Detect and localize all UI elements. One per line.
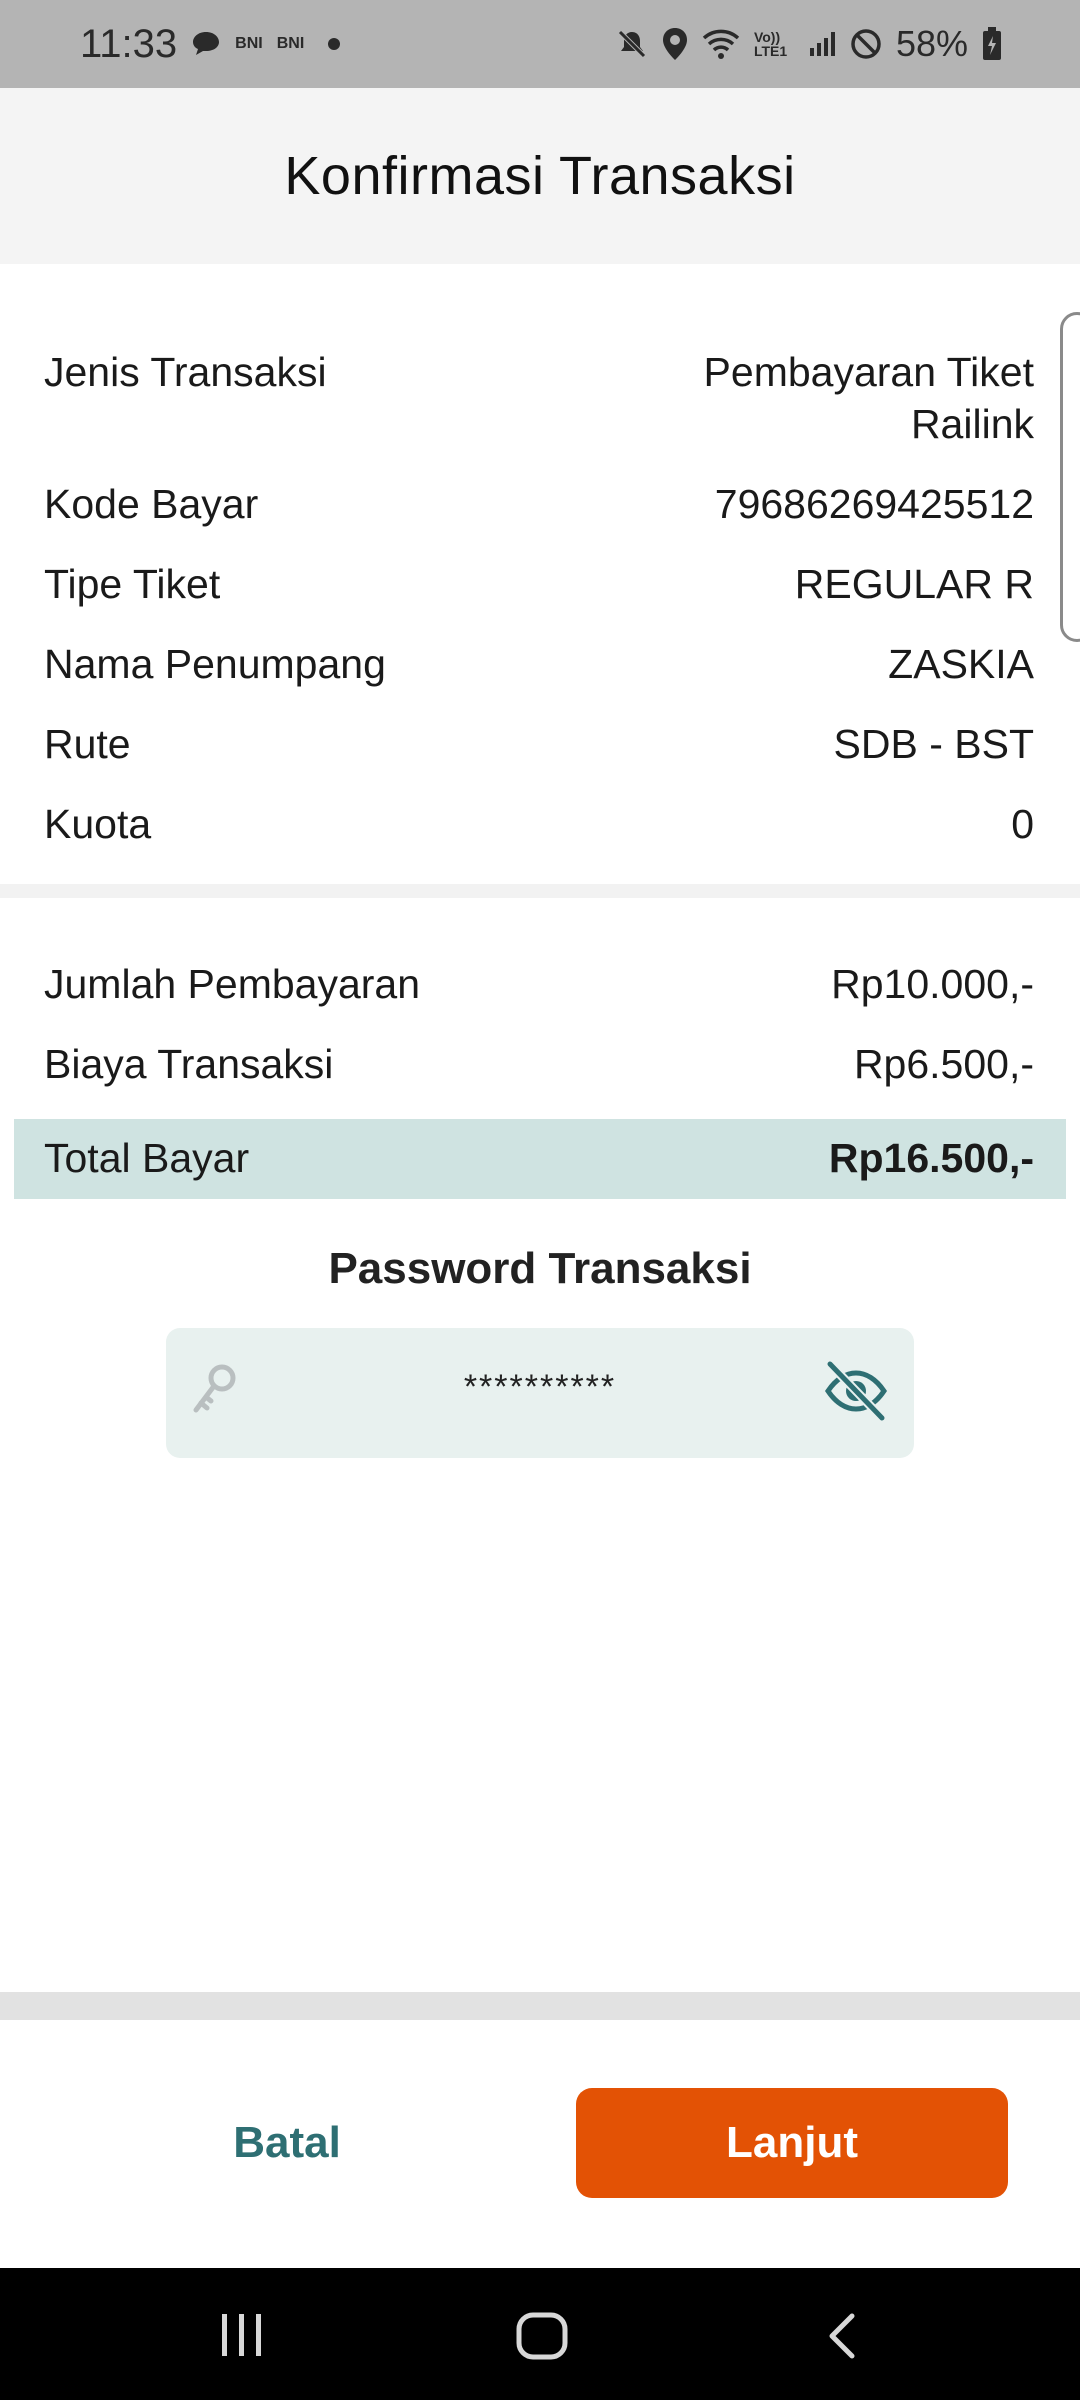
total-value: Rp16.500,- bbox=[828, 1135, 1034, 1181]
battery-percentage: 58% bbox=[895, 23, 968, 64]
password-title: Password Transaksi bbox=[328, 1244, 752, 1293]
next-button[interactable]: Lanjut bbox=[576, 2088, 1008, 2198]
page-header: Konfirmasi Transaksi bbox=[0, 88, 1080, 264]
payment-row-biaya: Biaya Transaksi Rp6.500,- bbox=[44, 1038, 1034, 1090]
home-icon[interactable] bbox=[516, 2312, 568, 2365]
confirmation-screen: 11:33 BNI BNI Vo)) LTE1 58% Konfirmasi T… bbox=[0, 0, 1080, 2400]
mute-icon bbox=[616, 28, 648, 60]
page-title: Konfirmasi Transaksi bbox=[284, 146, 796, 206]
payment-value: Rp6.500,- bbox=[853, 1041, 1034, 1087]
recent-apps-icon[interactable] bbox=[218, 2312, 266, 2363]
detail-label: Kuota bbox=[44, 801, 152, 847]
wifi-icon bbox=[702, 28, 740, 60]
bottom-divider bbox=[0, 1992, 1080, 2020]
status-bar-right: Vo)) LTE1 58% bbox=[616, 23, 1002, 65]
status-time: 11:33 bbox=[80, 21, 178, 66]
detail-value: REGULAR R bbox=[794, 561, 1034, 607]
section-divider bbox=[0, 884, 1080, 898]
bni-notification-2: BNI bbox=[276, 35, 305, 52]
detail-row-tipe-tiket: Tipe Tiket REGULAR R bbox=[44, 558, 1034, 610]
detail-value-line1: Pembayaran Tiket bbox=[703, 349, 1034, 395]
detail-value: SDB - BST bbox=[833, 721, 1034, 767]
back-icon[interactable] bbox=[824, 2312, 860, 2365]
chat-bubble-icon bbox=[191, 30, 221, 58]
bni-notification-1: BNI bbox=[235, 35, 263, 52]
detail-label: Nama Penumpang bbox=[44, 641, 386, 687]
total-label: Total Bayar bbox=[44, 1135, 250, 1181]
battery-charging-icon bbox=[982, 27, 1002, 61]
payment-row-jumlah: Jumlah Pembayaran Rp10.000,- bbox=[44, 958, 1034, 1010]
eye-off-icon[interactable] bbox=[824, 1360, 888, 1427]
detail-value-line2: Railink bbox=[910, 401, 1034, 447]
payment-row-total: Total Bayar Rp16.500,- bbox=[44, 1132, 1034, 1184]
notification-dot-icon bbox=[328, 38, 341, 50]
detail-label: Rute bbox=[44, 721, 131, 767]
detail-row-jenis-transaksi: Jenis Transaksi Pembayaran Tiket Railink bbox=[44, 346, 1034, 450]
do-not-disturb-icon bbox=[850, 28, 882, 60]
detail-label: Jenis Transaksi bbox=[44, 349, 327, 395]
detail-row-kode-bayar: Kode Bayar 79686269425512 bbox=[44, 478, 1034, 530]
detail-row-rute: Rute SDB - BST bbox=[44, 718, 1034, 770]
status-bar: 11:33 BNI BNI Vo)) LTE1 58% bbox=[0, 0, 1080, 88]
system-nav-bar bbox=[0, 2268, 1080, 2400]
password-field[interactable]: ********** bbox=[166, 1328, 914, 1458]
payment-value: Rp10.000,- bbox=[831, 961, 1034, 1007]
location-icon bbox=[662, 27, 688, 61]
detail-row-kuota: Kuota 0 bbox=[44, 798, 1034, 850]
cancel-button[interactable]: Batal bbox=[150, 2088, 424, 2198]
password-input[interactable]: ********** bbox=[166, 1368, 914, 1407]
scroll-indicator[interactable] bbox=[1060, 312, 1080, 642]
network-label: Vo)) LTE1 bbox=[753, 29, 788, 59]
payment-label: Jumlah Pembayaran bbox=[44, 961, 421, 1007]
detail-value: ZASKIA bbox=[888, 641, 1034, 687]
payment-label: Biaya Transaksi bbox=[44, 1041, 334, 1087]
status-bar-left: 11:33 BNI BNI bbox=[80, 21, 341, 67]
detail-label: Tipe Tiket bbox=[44, 561, 221, 607]
detail-value: 0 bbox=[1011, 801, 1034, 847]
detail-label: Kode Bayar bbox=[44, 481, 259, 527]
detail-row-nama-penumpang: Nama Penumpang ZASKIA bbox=[44, 638, 1034, 690]
detail-value: 79686269425512 bbox=[714, 481, 1034, 527]
detail-value: Pembayaran Tiket Railink bbox=[704, 346, 1034, 450]
signal-icon bbox=[808, 30, 836, 58]
